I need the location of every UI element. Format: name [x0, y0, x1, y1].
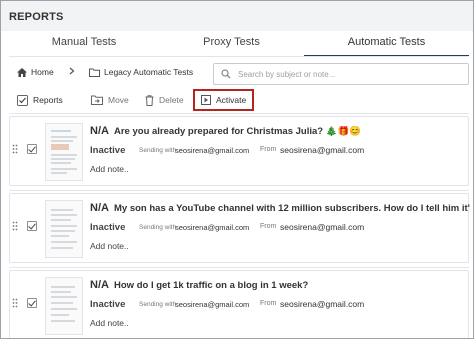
- add-note-link[interactable]: Add note..: [90, 318, 129, 328]
- sending-with-label: Sending with: [139, 147, 177, 154]
- home-icon: [17, 67, 27, 77]
- test-card[interactable]: N/A Are you already prepared for Christm…: [9, 116, 469, 186]
- delete-label: Delete: [159, 95, 184, 105]
- from-label: From: [260, 146, 277, 153]
- sending-with-value: seosirena@gmail.com: [175, 300, 250, 309]
- drag-handle-icon[interactable]: [12, 298, 18, 308]
- add-note-link[interactable]: Add note..: [90, 241, 129, 251]
- breadcrumb-home[interactable]: Home: [17, 67, 54, 77]
- folder-icon: [89, 68, 100, 77]
- score-value: N/A: [90, 125, 109, 137]
- email-thumbnail[interactable]: [45, 123, 83, 181]
- search-icon: [221, 69, 231, 79]
- delete-button[interactable]: Delete: [145, 91, 184, 109]
- select-all-reports[interactable]: Reports: [17, 91, 63, 109]
- tab-bar-divider: [9, 56, 469, 57]
- sending-with-value: seosirena@gmail.com: [175, 223, 250, 232]
- sending-with-label: Sending with: [139, 301, 177, 308]
- checkbox-icon: [17, 94, 28, 106]
- test-card[interactable]: N/A My son has a YouTube channel with 12…: [9, 193, 470, 263]
- email-thumbnail[interactable]: [45, 277, 83, 335]
- from-value: seosirena@gmail.com: [280, 222, 365, 232]
- drag-handle-icon[interactable]: [12, 221, 18, 231]
- test-card[interactable]: N/A How do I get 1k traffic on a blog in…: [9, 270, 470, 338]
- email-subject[interactable]: How do I get 1k traffic on a blog in 1 w…: [114, 280, 470, 291]
- tab-automatic-tests[interactable]: Automatic Tests: [304, 31, 469, 57]
- score-value: N/A: [90, 279, 109, 291]
- toolbar: Reports Move Delete Activate: [17, 89, 467, 111]
- divider: [9, 190, 469, 191]
- move-button[interactable]: Move: [91, 91, 129, 109]
- add-note-link[interactable]: Add note..: [90, 164, 129, 174]
- activate-label: Activate: [216, 95, 247, 105]
- tab-manual-tests[interactable]: Manual Tests: [9, 31, 159, 57]
- search-box[interactable]: [213, 63, 469, 85]
- divider: [9, 267, 469, 268]
- from-value: seosirena@gmail.com: [280, 299, 365, 309]
- chevron-right-icon: [69, 67, 75, 75]
- status-label: Inactive: [90, 222, 126, 233]
- move-folder-icon: [91, 95, 103, 105]
- breadcrumb-folder[interactable]: Legacy Automatic Tests: [89, 67, 193, 77]
- page-title: REPORTS: [9, 11, 64, 23]
- score-value: N/A: [90, 202, 109, 214]
- tab-bar: Manual Tests Proxy Tests Automatic Tests: [9, 31, 469, 57]
- status-label: Inactive: [90, 299, 126, 310]
- app-window: REPORTS Manual Tests Proxy Tests Automat…: [0, 0, 474, 339]
- activate-button[interactable]: Activate: [193, 89, 255, 111]
- move-label: Move: [108, 95, 129, 105]
- email-subject[interactable]: My son has a YouTube channel with 12 mil…: [114, 203, 470, 214]
- divider: [9, 113, 469, 114]
- search-input[interactable]: [238, 67, 462, 81]
- from-label: From: [260, 223, 277, 230]
- drag-handle-icon[interactable]: [12, 144, 18, 154]
- reports-label: Reports: [33, 95, 63, 105]
- breadcrumb-home-label: Home: [31, 67, 54, 77]
- row-checkbox[interactable]: [27, 144, 37, 154]
- row-checkbox[interactable]: [27, 298, 37, 308]
- sending-with-value: seosirena@gmail.com: [175, 146, 250, 155]
- from-label: From: [260, 300, 277, 307]
- app-header: REPORTS: [1, 1, 473, 31]
- status-label: Inactive: [90, 145, 126, 156]
- play-icon: [201, 95, 211, 105]
- email-thumbnail[interactable]: [45, 200, 83, 258]
- tab-proxy-tests[interactable]: Proxy Tests: [159, 31, 304, 57]
- sending-with-label: Sending with: [139, 224, 177, 231]
- breadcrumb-folder-label: Legacy Automatic Tests: [104, 67, 194, 77]
- trash-icon: [145, 94, 154, 106]
- from-value: seosirena@gmail.com: [280, 145, 365, 155]
- row-checkbox[interactable]: [27, 221, 37, 231]
- email-subject[interactable]: Are you already prepared for Christmas J…: [114, 126, 470, 137]
